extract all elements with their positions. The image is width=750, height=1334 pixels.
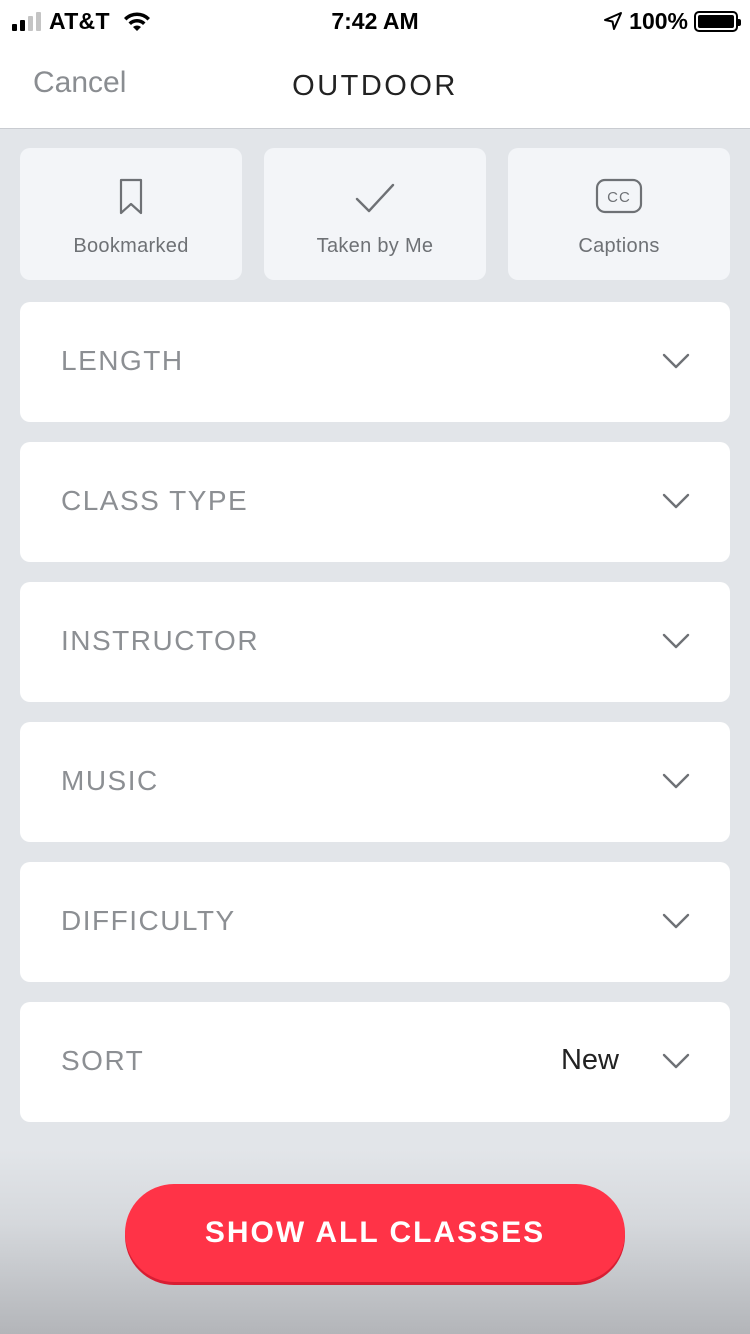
status-right: 100% bbox=[603, 6, 741, 36]
cc-icon: CC bbox=[595, 178, 643, 214]
svg-text:CC: CC bbox=[607, 189, 631, 206]
captions-chip[interactable]: CC Captions bbox=[508, 148, 730, 280]
filter-label: DIFFICULTY bbox=[61, 905, 236, 936]
status-bar: AT&T 7:42 AM 100% bbox=[0, 0, 750, 40]
chevron-down-icon bbox=[662, 1053, 690, 1069]
difficulty-filter[interactable]: DIFFICULTY bbox=[20, 862, 730, 982]
sort-filter[interactable]: SORT New bbox=[20, 1002, 730, 1122]
chevron-down-icon bbox=[662, 773, 690, 789]
filter-label: LENGTH bbox=[61, 345, 184, 376]
quick-filter-chips: Bookmarked Taken by Me CC Captions bbox=[20, 148, 730, 280]
sort-value: New bbox=[560, 1044, 619, 1076]
battery-percent: 100% bbox=[629, 7, 688, 34]
checkmark-icon bbox=[355, 183, 395, 213]
nav-header: Cancel OUTDOOR bbox=[0, 40, 750, 129]
music-filter[interactable]: MUSIC bbox=[20, 722, 730, 842]
location-arrow-icon bbox=[604, 12, 623, 30]
class-type-filter[interactable]: CLASS TYPE bbox=[20, 442, 730, 562]
filter-label: INSTRUCTOR bbox=[61, 625, 260, 656]
instructor-filter[interactable]: INSTRUCTOR bbox=[20, 582, 730, 702]
filter-label: MUSIC bbox=[61, 765, 159, 796]
bookmarked-chip[interactable]: Bookmarked bbox=[20, 148, 242, 280]
chevron-down-icon bbox=[662, 493, 690, 509]
filter-label: CLASS TYPE bbox=[61, 485, 249, 516]
chevron-down-icon bbox=[662, 633, 690, 649]
chevron-down-icon bbox=[662, 353, 690, 369]
chevron-down-icon bbox=[662, 913, 690, 929]
taken-by-me-label: Taken by Me bbox=[316, 235, 434, 257]
bookmark-icon bbox=[119, 178, 143, 215]
page-title: OUTDOOR bbox=[292, 70, 458, 102]
taken-by-me-chip[interactable]: Taken by Me bbox=[264, 148, 486, 280]
show-all-classes-button[interactable]: SHOW ALL CLASSES bbox=[125, 1184, 625, 1282]
bookmarked-label: Bookmarked bbox=[73, 235, 189, 257]
filter-label: SORT bbox=[61, 1045, 145, 1076]
battery-icon bbox=[694, 10, 741, 32]
length-filter[interactable]: LENGTH bbox=[20, 302, 730, 422]
captions-label: Captions bbox=[578, 235, 660, 257]
